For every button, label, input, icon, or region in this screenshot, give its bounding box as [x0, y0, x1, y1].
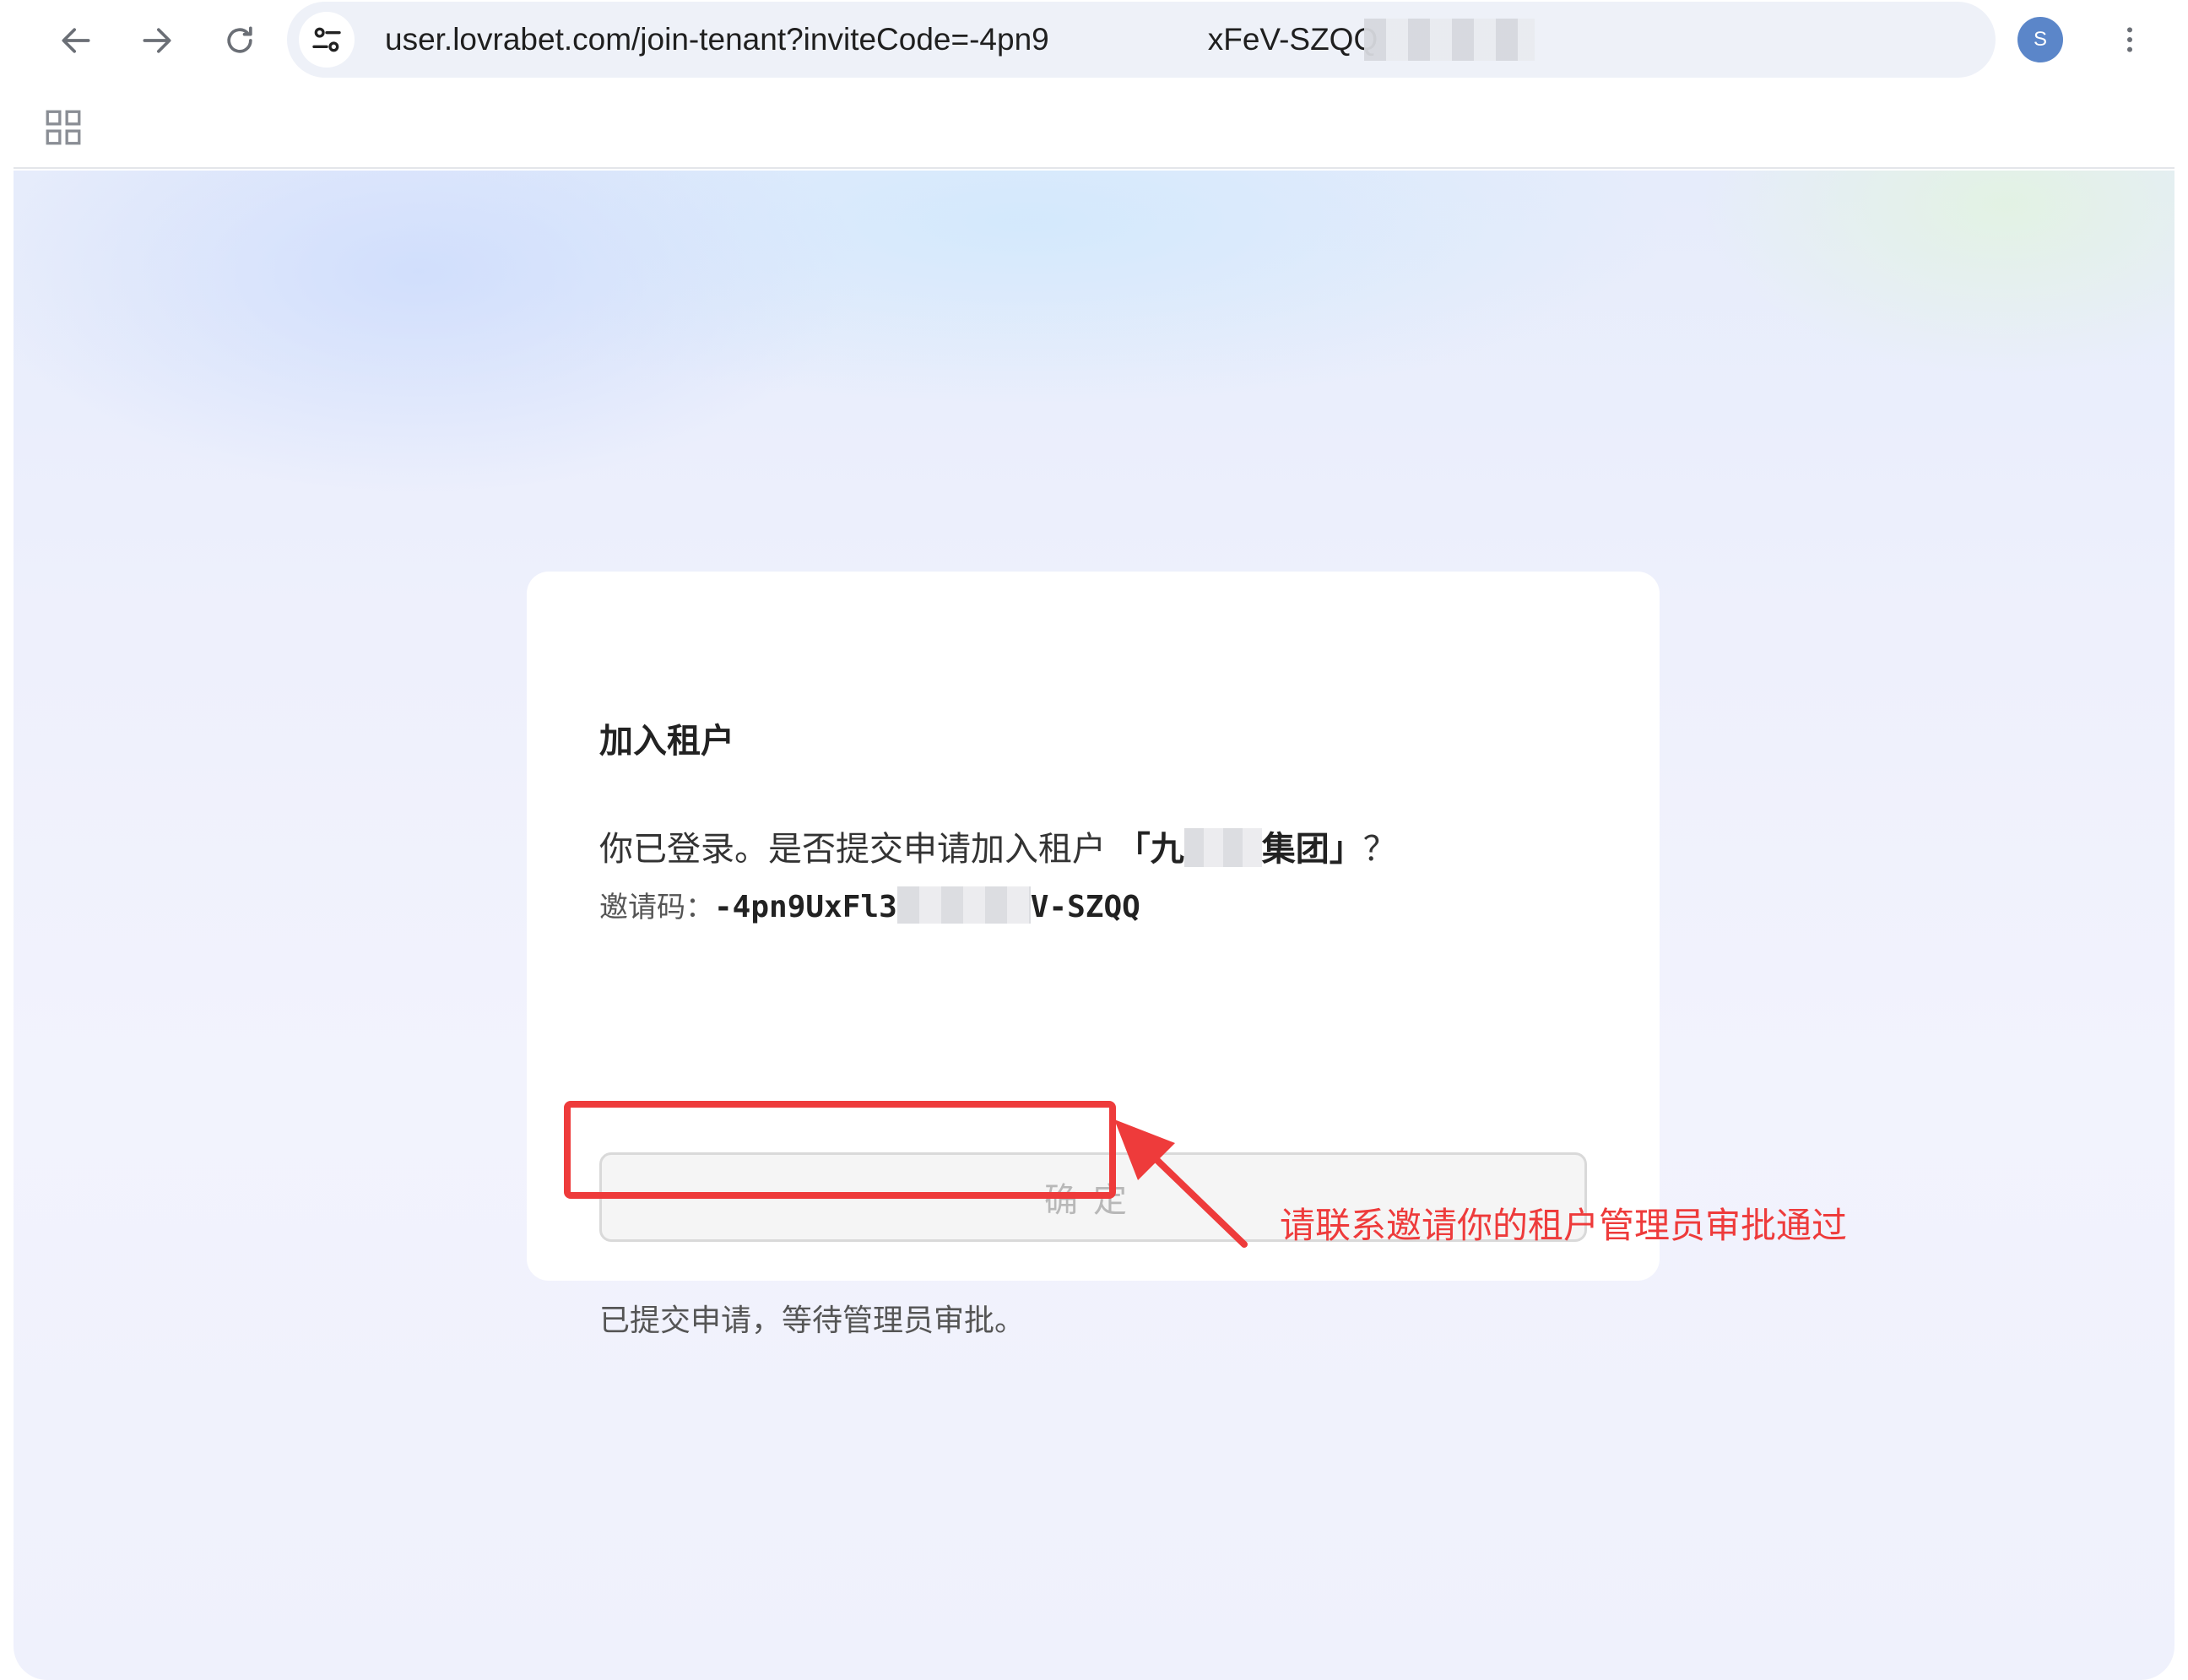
bookmarks-bar: [14, 84, 2174, 169]
question-suffix: ？: [1362, 830, 1397, 869]
apps-grid-icon[interactable]: [42, 106, 84, 149]
reload-icon: [227, 26, 252, 53]
forward-button[interactable]: [128, 12, 186, 69]
tenant-name-open: 「九: [1116, 830, 1184, 869]
site-info-button[interactable]: [299, 12, 355, 68]
invite-code-redaction: [896, 886, 1031, 924]
url-suffix: xFeV-SZQQ: [1207, 22, 1378, 57]
more-vert-icon: [2127, 27, 2132, 52]
url-prefix: user.lovrabet.com/join-tenant?inviteCode…: [385, 22, 1049, 57]
browser-menu-button[interactable]: [2102, 12, 2158, 68]
invite-code-prefix: -4pn9UxFl3: [714, 890, 897, 924]
invite-code-suffix: V-SZQQ: [1030, 890, 1140, 924]
annotation-arrow-icon: [1114, 1119, 1248, 1248]
application-status-message: 已提交申请，等待管理员审批。: [599, 1303, 1026, 1338]
arrow-right-icon: [143, 28, 171, 53]
invite-code-value: -4pn9UxFl3 V-SZQQ: [714, 886, 1140, 924]
back-button[interactable]: [47, 12, 105, 69]
card-title: 加入租户: [599, 722, 734, 761]
annotation-text: 请联系邀请你的租户管理员审批通过: [1280, 1205, 1848, 1246]
tune-icon: [312, 27, 341, 52]
annotation-highlight-box: [564, 1101, 1116, 1199]
join-question: 你已登录。是否提交申请加入租户 「九 集团」？: [599, 821, 1397, 870]
address-bar[interactable]: user.lovrabet.com/join-tenant?inviteCode…: [287, 2, 1996, 78]
tenant-name-redaction: [1183, 828, 1262, 867]
url-text: user.lovrabet.com/join-tenant?inviteCode…: [385, 2, 1378, 78]
invite-code-label: 邀请码：: [599, 891, 714, 924]
reload-button[interactable]: [211, 12, 268, 69]
tenant-name-close: 集团」: [1261, 830, 1363, 869]
bookmark-star-button[interactable]: [2164, 12, 2174, 68]
browser-window: user.lovrabet.com/join-tenant?inviteCode…: [14, 0, 2174, 1680]
page-content: 加入租户 你已登录。是否提交申请加入租户 「九 集团」？ 邀请码：-4pn9UxF…: [14, 171, 2174, 1680]
url-redaction-mosaic: [1364, 19, 1535, 61]
question-prefix: 你已登录。是否提交申请加入租户: [599, 830, 1117, 869]
browser-toolbar: user.lovrabet.com/join-tenant?inviteCode…: [14, 0, 2174, 84]
invite-code-row: 邀请码：-4pn9UxFl3 V-SZQQ: [599, 884, 1140, 925]
arrow-left-icon: [62, 28, 90, 53]
profile-avatar[interactable]: S: [2017, 17, 2063, 62]
